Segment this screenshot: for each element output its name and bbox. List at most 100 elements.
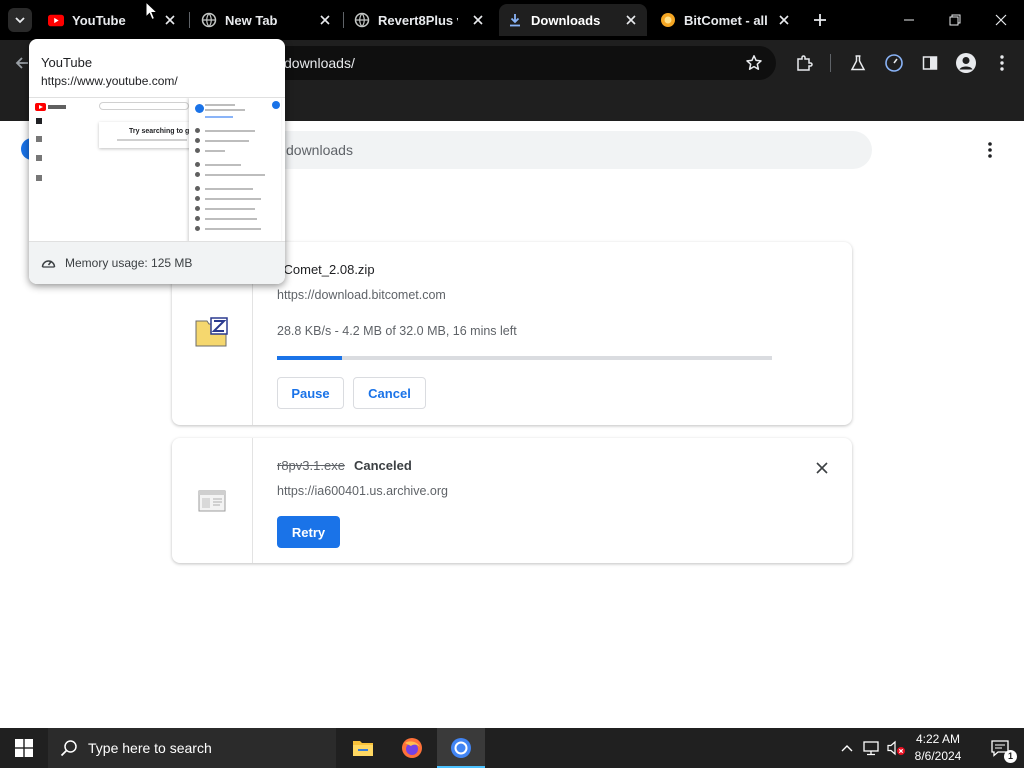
- close-tab-icon[interactable]: [162, 12, 178, 28]
- volume-button[interactable]: [884, 728, 908, 768]
- clock-time: 4:22 AM: [915, 732, 961, 746]
- retry-button[interactable]: Retry: [277, 516, 340, 548]
- folder-icon: [353, 741, 373, 756]
- tab-hover-card: YouTube https://www.youtube.com/ Try sea…: [29, 39, 285, 284]
- thumbnail-avatar: [272, 101, 280, 109]
- close-icon: [816, 462, 828, 474]
- tab-revert8plus[interactable]: Revert8Plus v3: [346, 4, 494, 36]
- download-item: r8pv3.1.exe Canceled https://ia600401.us…: [172, 438, 852, 563]
- labs-button[interactable]: [846, 51, 870, 75]
- tab-title: Revert8Plus v3: [378, 12, 458, 28]
- network-button[interactable]: [860, 728, 882, 768]
- chevron-up-icon: [841, 745, 853, 752]
- kebab-menu-icon: [988, 142, 992, 158]
- download-progress-fill: [277, 356, 342, 360]
- download-state-label: Canceled: [354, 458, 412, 473]
- tab-bitcomet[interactable]: BitComet - all: [652, 4, 800, 36]
- hover-card-url: https://www.youtube.com/: [41, 74, 178, 88]
- performance-button[interactable]: [882, 51, 906, 75]
- tab-title: BitComet - all: [684, 12, 768, 28]
- downloads-more-actions-button[interactable]: [980, 138, 1000, 162]
- tab-downloads[interactable]: Downloads: [499, 4, 647, 36]
- tab-new-tab[interactable]: New Tab: [193, 4, 341, 36]
- file-name: r8pv3.1.exe: [277, 458, 345, 473]
- restore-icon: [949, 14, 961, 26]
- url-text: downloads/: [284, 55, 355, 71]
- file-explorer-taskbar-button[interactable]: [339, 728, 387, 768]
- browser-menu-button[interactable]: [990, 51, 1014, 75]
- tab-search-button[interactable]: [8, 8, 32, 32]
- thumbnail-account-menu: [189, 98, 281, 241]
- minimize-icon: [904, 19, 914, 21]
- mouse-cursor-icon: [145, 1, 159, 21]
- file-source-url[interactable]: https://download.bitcomet.com: [277, 288, 446, 302]
- toolbar-divider: [830, 54, 831, 72]
- minimize-button[interactable]: [886, 0, 932, 40]
- plus-icon: [814, 14, 826, 26]
- youtube-logo-icon: [35, 103, 66, 111]
- zip-file-icon: [195, 317, 228, 347]
- tab-title: Downloads: [531, 12, 601, 28]
- file-icon-column: [172, 438, 253, 563]
- globe-icon: [354, 12, 370, 28]
- close-tab-icon[interactable]: [317, 12, 333, 28]
- cancel-button[interactable]: Cancel: [353, 377, 426, 409]
- new-tab-button[interactable]: [808, 8, 832, 32]
- taskbar-search-placeholder: Type here to search: [88, 740, 212, 756]
- tab-preview-thumbnail: Try searching to get st: [29, 97, 285, 242]
- windows-taskbar: Type here to search 4:22 AM 8/6/2024 1: [0, 728, 1024, 768]
- file-source-url[interactable]: https://ia600401.us.archive.org: [277, 484, 448, 498]
- downloads-search-field[interactable]: downloads: [240, 131, 872, 169]
- tab-separator: [189, 12, 190, 28]
- tab-separator: [343, 12, 344, 28]
- firefox-taskbar-button[interactable]: [388, 728, 436, 768]
- avatar-icon: [956, 53, 976, 73]
- memory-gauge-icon: [41, 260, 56, 268]
- file-name[interactable]: itComet_2.08.zip: [277, 262, 375, 277]
- volume-muted-icon: [887, 740, 905, 756]
- chrome-icon: [451, 738, 471, 758]
- thumbnail-sidebar: [29, 98, 47, 241]
- start-button[interactable]: [0, 728, 48, 768]
- side-panel-button[interactable]: [918, 51, 942, 75]
- profile-button[interactable]: [954, 51, 978, 75]
- remove-download-button[interactable]: [812, 458, 832, 478]
- side-panel-icon: [922, 56, 938, 70]
- download-progress-text: 28.8 KB/s - 4.2 MB of 32.0 MB, 16 mins l…: [277, 324, 517, 338]
- exe-file-icon: [198, 490, 226, 512]
- bookmark-star-icon[interactable]: [742, 51, 766, 75]
- globe-icon: [201, 12, 217, 28]
- youtube-icon: [48, 12, 64, 28]
- windows-logo-icon: [15, 739, 33, 757]
- search-icon: [60, 740, 77, 757]
- kebab-menu-icon: [1000, 55, 1004, 71]
- bitcomet-icon: [660, 12, 676, 28]
- puzzle-icon: [797, 55, 813, 71]
- close-window-button[interactable]: [978, 0, 1024, 40]
- close-icon: [995, 14, 1007, 26]
- chrome-taskbar-button[interactable]: [437, 728, 485, 768]
- tab-title: YouTube: [72, 12, 126, 28]
- search-input-text: downloads: [286, 142, 353, 158]
- system-clock[interactable]: 4:22 AM 8/6/2024: [910, 731, 966, 765]
- memory-usage-row: Memory usage: 125 MB: [29, 242, 285, 284]
- show-hidden-icons-button[interactable]: [838, 728, 856, 768]
- firefox-icon: [402, 738, 422, 758]
- notification-count-badge: 1: [1004, 750, 1017, 763]
- flask-icon: [850, 55, 866, 71]
- chevron-down-icon: [15, 17, 25, 24]
- extensions-button[interactable]: [792, 51, 816, 75]
- hover-card-title: YouTube: [41, 55, 93, 70]
- close-tab-icon[interactable]: [776, 12, 792, 28]
- close-tab-icon[interactable]: [623, 12, 639, 28]
- gauge-icon: [885, 54, 903, 72]
- download-progress-bar: [277, 356, 772, 360]
- close-tab-icon[interactable]: [470, 12, 486, 28]
- notification-center-button[interactable]: 1: [980, 728, 1020, 768]
- taskbar-search-box[interactable]: Type here to search: [48, 728, 336, 768]
- pause-button[interactable]: Pause: [277, 377, 344, 409]
- network-icon: [863, 741, 879, 756]
- tab-youtube[interactable]: YouTube: [40, 4, 186, 36]
- restore-button[interactable]: [932, 0, 978, 40]
- tab-title: New Tab: [225, 12, 278, 28]
